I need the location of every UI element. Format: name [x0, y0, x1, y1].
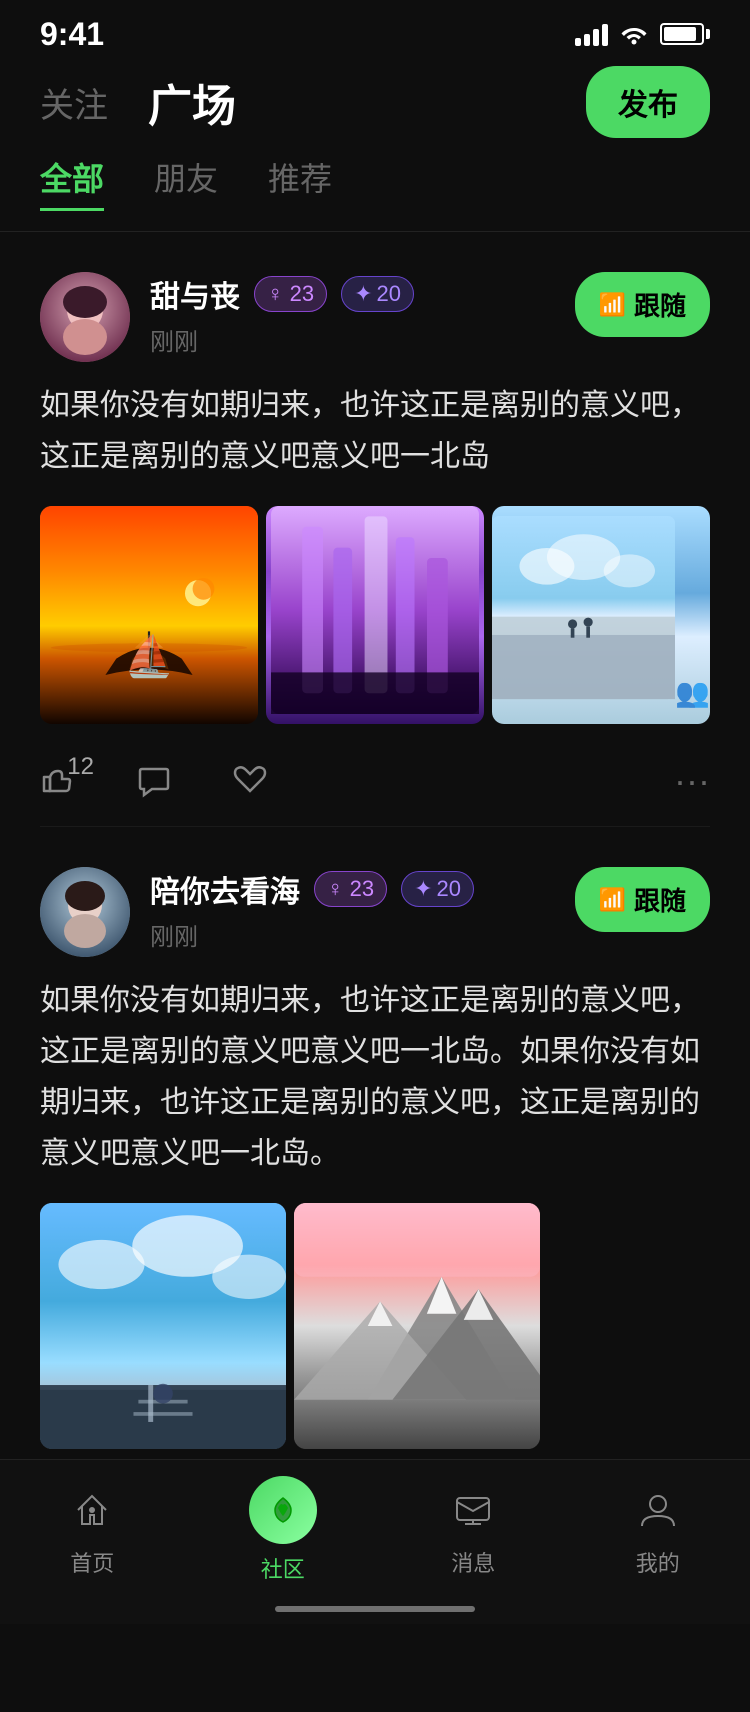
- post-image-1[interactable]: [40, 506, 258, 724]
- nav-item-community[interactable]: 社区: [249, 1476, 317, 1584]
- badge-level: ✦ 20: [341, 276, 414, 312]
- page-title: 广场: [148, 70, 236, 134]
- post-card: 甜与丧 ♀ 23 ✦ 20 刚刚 📶 跟随 如果你没有如期归来，也许这正是离别的…: [0, 252, 750, 827]
- avatar[interactable]: [40, 272, 130, 362]
- follow-label: 跟随: [634, 881, 686, 918]
- nav-label-home: 首页: [70, 1546, 114, 1578]
- like-button[interactable]: 12: [40, 763, 76, 799]
- header: 关注 广场 发布: [0, 60, 750, 154]
- post-image-4[interactable]: [40, 1203, 286, 1449]
- bottom-nav: 首页 社区 消息 我的: [0, 1459, 750, 1624]
- follow-button[interactable]: 📶 跟随: [575, 272, 710, 337]
- post-image-3[interactable]: [492, 506, 710, 724]
- action-bar: 12 ···: [40, 744, 710, 827]
- follow-link[interactable]: 关注: [40, 78, 108, 127]
- nav-item-messages[interactable]: 消息: [445, 1482, 501, 1578]
- home-icon: [64, 1482, 120, 1538]
- comment-button[interactable]: [136, 763, 172, 799]
- profile-icon: [630, 1482, 686, 1538]
- follow-icon: 📶: [599, 292, 626, 318]
- username: 陪你去看海: [150, 867, 300, 911]
- tab-all[interactable]: 全部: [40, 154, 104, 211]
- status-icons: [575, 22, 710, 46]
- status-bar: 9:41: [0, 0, 750, 60]
- username-row: 陪你去看海 ♀ 23 ✦ 20: [150, 867, 575, 911]
- favorite-button[interactable]: [232, 763, 268, 799]
- post-image-5[interactable]: [294, 1203, 540, 1449]
- publish-button[interactable]: 发布: [586, 66, 710, 138]
- post-header: 陪你去看海 ♀ 23 ✦ 20 刚刚 📶 跟随: [40, 867, 710, 957]
- nav-item-home[interactable]: 首页: [64, 1482, 120, 1578]
- post-header: 甜与丧 ♀ 23 ✦ 20 刚刚 📶 跟随: [40, 272, 710, 362]
- avatar[interactable]: [40, 867, 130, 957]
- post-user-info: 陪你去看海 ♀ 23 ✦ 20 刚刚: [150, 867, 575, 952]
- badge-gender-age: ♀ 23: [254, 276, 327, 312]
- messages-icon: [445, 1482, 501, 1538]
- status-time: 9:41: [40, 16, 104, 53]
- like-count: 12: [67, 753, 94, 781]
- post-card: 陪你去看海 ♀ 23 ✦ 20 刚刚 📶 跟随 如果你没有如期归来，也许这正是离…: [0, 847, 750, 1552]
- signal-icon: [575, 22, 608, 46]
- badge-level: ✦ 20: [401, 871, 474, 907]
- post-image-2[interactable]: [266, 506, 484, 724]
- community-icon: [249, 1476, 317, 1544]
- tab-recommend[interactable]: 推荐: [268, 154, 332, 211]
- follow-label: 跟随: [634, 286, 686, 323]
- post-time: 刚刚: [150, 924, 198, 951]
- post-content: 如果你没有如期归来，也许这正是离别的意义吧，这正是离别的意义吧意义吧一北岛: [40, 380, 710, 482]
- tab-friends[interactable]: 朋友: [154, 154, 218, 211]
- post-user-info: 甜与丧 ♀ 23 ✦ 20 刚刚: [150, 272, 575, 357]
- nav-label-community: 社区: [261, 1552, 305, 1584]
- nav-item-profile[interactable]: 我的: [630, 1482, 686, 1578]
- wifi-icon: [620, 23, 648, 45]
- post-content: 如果你没有如期归来，也许这正是离别的意义吧，这正是离别的意义吧意义吧一北岛。如果…: [40, 975, 710, 1179]
- post-time: 刚刚: [150, 329, 198, 356]
- nav-label-profile: 我的: [636, 1546, 680, 1578]
- home-indicator: [275, 1606, 475, 1612]
- divider: [0, 231, 750, 232]
- username-row: 甜与丧 ♀ 23 ✦ 20: [150, 272, 575, 316]
- more-button[interactable]: ···: [674, 760, 710, 802]
- follow-icon: 📶: [599, 887, 626, 913]
- username: 甜与丧: [150, 272, 240, 316]
- tab-bar: 全部 朋友 推荐: [0, 154, 750, 231]
- badge-gender-age: ♀ 23: [314, 871, 387, 907]
- follow-button[interactable]: 📶 跟随: [575, 867, 710, 932]
- nav-label-messages: 消息: [451, 1546, 495, 1578]
- battery-icon: [660, 23, 710, 45]
- image-grid: [40, 1203, 540, 1449]
- image-grid: [40, 506, 710, 724]
